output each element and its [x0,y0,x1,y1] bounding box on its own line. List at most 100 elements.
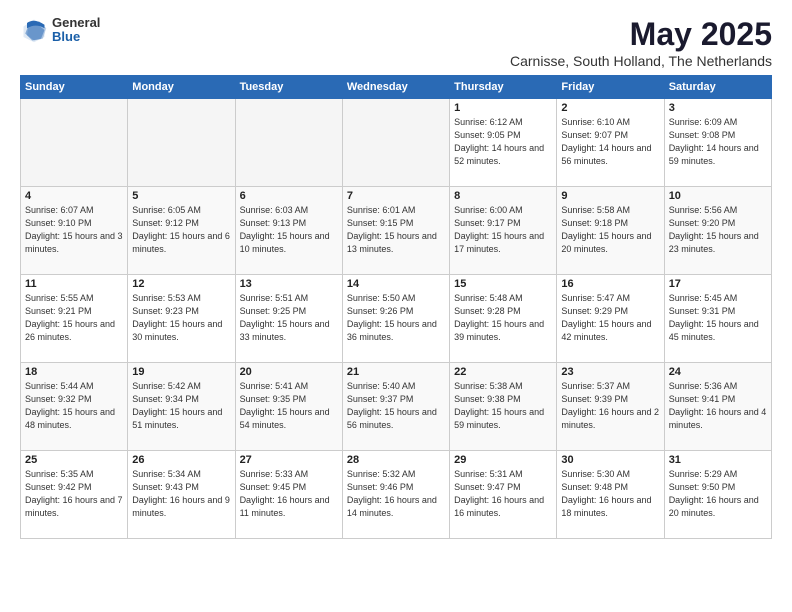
day-info: Sunrise: 5:47 AMSunset: 9:29 PMDaylight:… [561,292,659,344]
day-number: 5 [132,190,230,202]
calendar-cell-22: 22 Sunrise: 5:38 AMSunset: 9:38 PMDayligh… [450,363,557,451]
calendar-cell-empty [21,99,128,187]
calendar-cell-empty [342,99,449,187]
day-number: 6 [240,190,338,202]
day-info: Sunrise: 5:53 AMSunset: 9:23 PMDaylight:… [132,292,230,344]
day-number: 26 [132,454,230,466]
day-info: Sunrise: 5:50 AMSunset: 9:26 PMDaylight:… [347,292,445,344]
calendar-cell-18: 18 Sunrise: 5:44 AMSunset: 9:32 PMDayligh… [21,363,128,451]
day-number: 8 [454,190,552,202]
calendar-row-3: 18 Sunrise: 5:44 AMSunset: 9:32 PMDayligh… [21,363,772,451]
logo: General Blue [20,16,100,45]
day-number: 4 [25,190,123,202]
day-number: 21 [347,366,445,378]
calendar-cell-23: 23 Sunrise: 5:37 AMSunset: 9:39 PMDayligh… [557,363,664,451]
header: General Blue May 2025 Carnisse, South Ho… [20,16,772,69]
day-number: 7 [347,190,445,202]
calendar-cell-20: 20 Sunrise: 5:41 AMSunset: 9:35 PMDayligh… [235,363,342,451]
day-number: 9 [561,190,659,202]
day-info: Sunrise: 5:35 AMSunset: 9:42 PMDaylight:… [25,468,123,520]
weekday-header-wednesday: Wednesday [342,76,449,99]
day-info: Sunrise: 6:00 AMSunset: 9:17 PMDaylight:… [454,204,552,256]
day-info: Sunrise: 5:48 AMSunset: 9:28 PMDaylight:… [454,292,552,344]
calendar-cell-11: 11 Sunrise: 5:55 AMSunset: 9:21 PMDayligh… [21,275,128,363]
weekday-header-sunday: Sunday [21,76,128,99]
calendar-cell-24: 24Sunrise: 5:36 AMSunset: 9:41 PMDayligh… [664,363,771,451]
day-number: 20 [240,366,338,378]
calendar-cell-31: 31Sunrise: 5:29 AMSunset: 9:50 PMDayligh… [664,451,771,539]
calendar-cell-2: 2 Sunrise: 6:10 AMSunset: 9:07 PMDaylight… [557,99,664,187]
calendar-cell-14: 14Sunrise: 5:50 AMSunset: 9:26 PMDayligh… [342,275,449,363]
calendar-row-4: 25Sunrise: 5:35 AMSunset: 9:42 PMDayligh… [21,451,772,539]
calendar-cell-1: 1Sunrise: 6:12 AMSunset: 9:05 PMDaylight… [450,99,557,187]
title-area: May 2025 Carnisse, South Holland, The Ne… [510,16,772,69]
day-info: Sunrise: 5:42 AMSunset: 9:34 PMDaylight:… [132,380,230,432]
day-info: Sunrise: 5:51 AMSunset: 9:25 PMDaylight:… [240,292,338,344]
month-title: May 2025 [510,16,772,53]
day-number: 2 [561,102,659,114]
calendar-cell-29: 29 Sunrise: 5:31 AMSunset: 9:47 PMDayligh… [450,451,557,539]
day-info: Sunrise: 5:37 AMSunset: 9:39 PMDaylight:… [561,380,659,432]
calendar-cell-empty [128,99,235,187]
calendar-row-0: 1Sunrise: 6:12 AMSunset: 9:05 PMDaylight… [21,99,772,187]
day-number: 12 [132,278,230,290]
weekday-header-monday: Monday [128,76,235,99]
day-info: Sunrise: 6:10 AMSunset: 9:07 PMDaylight:… [561,116,659,168]
calendar-row-1: 4 Sunrise: 6:07 AMSunset: 9:10 PMDaylight… [21,187,772,275]
logo-general: General [52,16,100,30]
calendar-cell-3: 3Sunrise: 6:09 AMSunset: 9:08 PMDaylight… [664,99,771,187]
page: General Blue May 2025 Carnisse, South Ho… [0,0,792,612]
day-info: Sunrise: 6:05 AMSunset: 9:12 PMDaylight:… [132,204,230,256]
day-number: 28 [347,454,445,466]
weekday-header-row: SundayMondayTuesdayWednesdayThursdayFrid… [21,76,772,99]
day-info: Sunrise: 5:41 AMSunset: 9:35 PMDaylight:… [240,380,338,432]
day-info: Sunrise: 5:56 AMSunset: 9:20 PMDaylight:… [669,204,767,256]
day-number: 22 [454,366,552,378]
day-info: Sunrise: 5:30 AMSunset: 9:48 PMDaylight:… [561,468,659,520]
day-info: Sunrise: 5:40 AMSunset: 9:37 PMDaylight:… [347,380,445,432]
calendar-cell-16: 16 Sunrise: 5:47 AMSunset: 9:29 PMDayligh… [557,275,664,363]
calendar-cell-7: 7 Sunrise: 6:01 AMSunset: 9:15 PMDaylight… [342,187,449,275]
day-number: 13 [240,278,338,290]
day-info: Sunrise: 6:01 AMSunset: 9:15 PMDaylight:… [347,204,445,256]
weekday-header-saturday: Saturday [664,76,771,99]
calendar-cell-5: 5 Sunrise: 6:05 AMSunset: 9:12 PMDaylight… [128,187,235,275]
calendar-cell-28: 28 Sunrise: 5:32 AMSunset: 9:46 PMDayligh… [342,451,449,539]
calendar-cell-13: 13 Sunrise: 5:51 AMSunset: 9:25 PMDayligh… [235,275,342,363]
calendar-row-2: 11 Sunrise: 5:55 AMSunset: 9:21 PMDayligh… [21,275,772,363]
day-info: Sunrise: 5:55 AMSunset: 9:21 PMDaylight:… [25,292,123,344]
location-subtitle: Carnisse, South Holland, The Netherlands [510,53,772,69]
day-info: Sunrise: 6:03 AMSunset: 9:13 PMDaylight:… [240,204,338,256]
day-number: 17 [669,278,767,290]
day-number: 27 [240,454,338,466]
logo-blue: Blue [52,30,100,44]
day-number: 19 [132,366,230,378]
day-number: 23 [561,366,659,378]
logo-icon [20,16,48,44]
day-info: Sunrise: 5:36 AMSunset: 9:41 PMDaylight:… [669,380,767,432]
day-number: 30 [561,454,659,466]
day-info: Sunrise: 5:31 AMSunset: 9:47 PMDaylight:… [454,468,552,520]
day-number: 11 [25,278,123,290]
day-number: 18 [25,366,123,378]
day-number: 29 [454,454,552,466]
day-info: Sunrise: 6:07 AMSunset: 9:10 PMDaylight:… [25,204,123,256]
calendar-cell-26: 26Sunrise: 5:34 AMSunset: 9:43 PMDayligh… [128,451,235,539]
calendar-cell-21: 21 Sunrise: 5:40 AMSunset: 9:37 PMDayligh… [342,363,449,451]
day-info: Sunrise: 5:33 AMSunset: 9:45 PMDaylight:… [240,468,338,520]
calendar-cell-19: 19 Sunrise: 5:42 AMSunset: 9:34 PMDayligh… [128,363,235,451]
calendar-cell-17: 17 Sunrise: 5:45 AMSunset: 9:31 PMDayligh… [664,275,771,363]
calendar-cell-12: 12 Sunrise: 5:53 AMSunset: 9:23 PMDayligh… [128,275,235,363]
day-info: Sunrise: 6:12 AMSunset: 9:05 PMDaylight:… [454,116,552,168]
day-number: 16 [561,278,659,290]
weekday-header-thursday: Thursday [450,76,557,99]
day-info: Sunrise: 5:32 AMSunset: 9:46 PMDaylight:… [347,468,445,520]
day-info: Sunrise: 5:38 AMSunset: 9:38 PMDaylight:… [454,380,552,432]
calendar-cell-8: 8 Sunrise: 6:00 AMSunset: 9:17 PMDaylight… [450,187,557,275]
day-number: 31 [669,454,767,466]
calendar-cell-30: 30 Sunrise: 5:30 AMSunset: 9:48 PMDayligh… [557,451,664,539]
weekday-header-tuesday: Tuesday [235,76,342,99]
day-number: 3 [669,102,767,114]
day-info: Sunrise: 5:44 AMSunset: 9:32 PMDaylight:… [25,380,123,432]
day-info: Sunrise: 5:45 AMSunset: 9:31 PMDaylight:… [669,292,767,344]
